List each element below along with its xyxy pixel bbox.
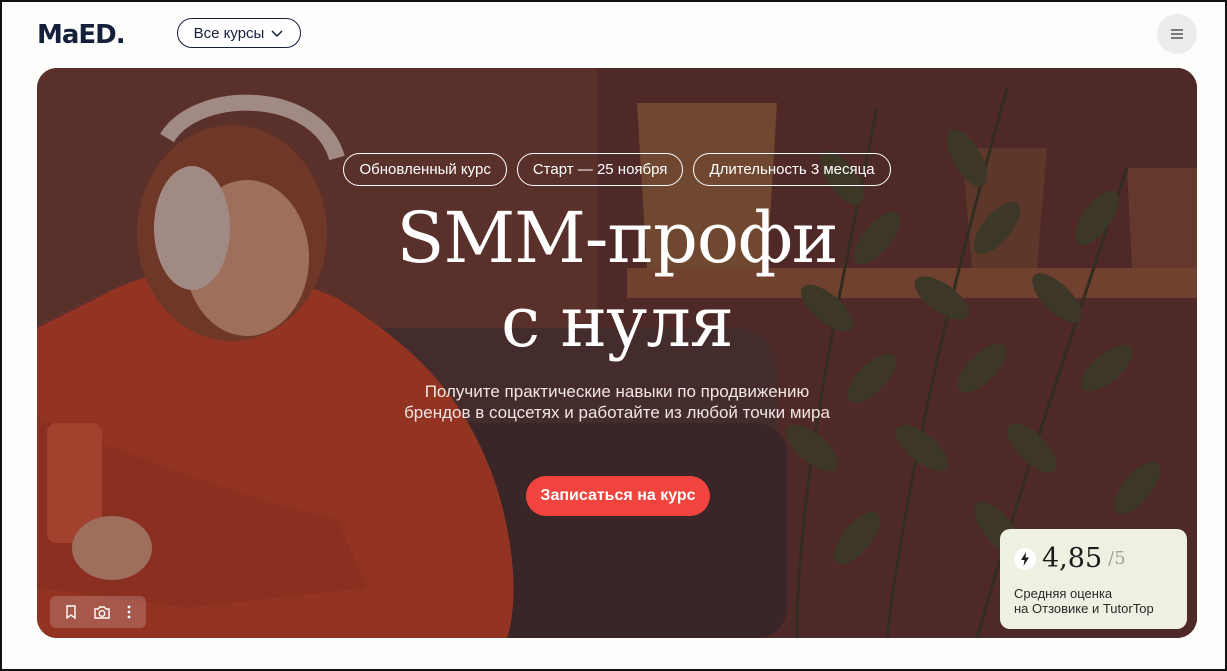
course-tags: Обновленный курс Старт — 25 ноября Длите…	[37, 153, 1197, 186]
rating-label: Средняя оценка на Отзовике и TutorTop	[1014, 586, 1173, 616]
tag-updated: Обновленный курс	[343, 153, 507, 186]
site-header: MaED. Все курсы	[2, 2, 1225, 68]
image-toolbar	[50, 596, 146, 628]
rating-score: 4,85	[1042, 543, 1103, 574]
logo[interactable]: MaED.	[37, 20, 126, 50]
hero-subtitle-line1: Получите практические навыки по продвиже…	[424, 382, 810, 401]
camera-icon[interactable]	[93, 604, 111, 620]
menu-button[interactable]	[1157, 14, 1197, 54]
rating-max: /5	[1108, 548, 1126, 569]
hero-subtitle: Получите практические навыки по продвиже…	[37, 381, 1197, 423]
rating-score-row: 4,85 /5	[1014, 543, 1173, 574]
all-courses-dropdown[interactable]: Все курсы	[177, 18, 301, 48]
lightning-icon	[1014, 547, 1036, 570]
hero-title-line1: SMM-профи	[396, 197, 838, 279]
all-courses-label: Все курсы	[193, 24, 265, 42]
rating-label-line1: Средняя оценка	[1014, 586, 1113, 601]
hero-title: SMM-профи с нуля	[37, 196, 1197, 364]
enroll-button[interactable]: Записаться на курс	[526, 476, 710, 516]
hero-title-line2: с нуля	[501, 281, 734, 363]
tag-start-date: Старт — 25 ноября	[516, 153, 684, 186]
menu-icon	[1171, 29, 1183, 39]
rating-label-line2: на Отзовике и TutorTop	[1014, 601, 1154, 616]
rating-card: 4,85 /5 Средняя оценка на Отзовике и Tut…	[1000, 529, 1187, 629]
tag-duration: Длительность 3 месяца	[693, 153, 891, 186]
more-vertical-icon[interactable]	[126, 604, 132, 620]
bookmark-icon[interactable]	[64, 604, 78, 620]
hero-subtitle-line2: брендов в соцсетях и работайте из любой …	[404, 403, 830, 422]
chevron-down-icon	[271, 30, 283, 38]
